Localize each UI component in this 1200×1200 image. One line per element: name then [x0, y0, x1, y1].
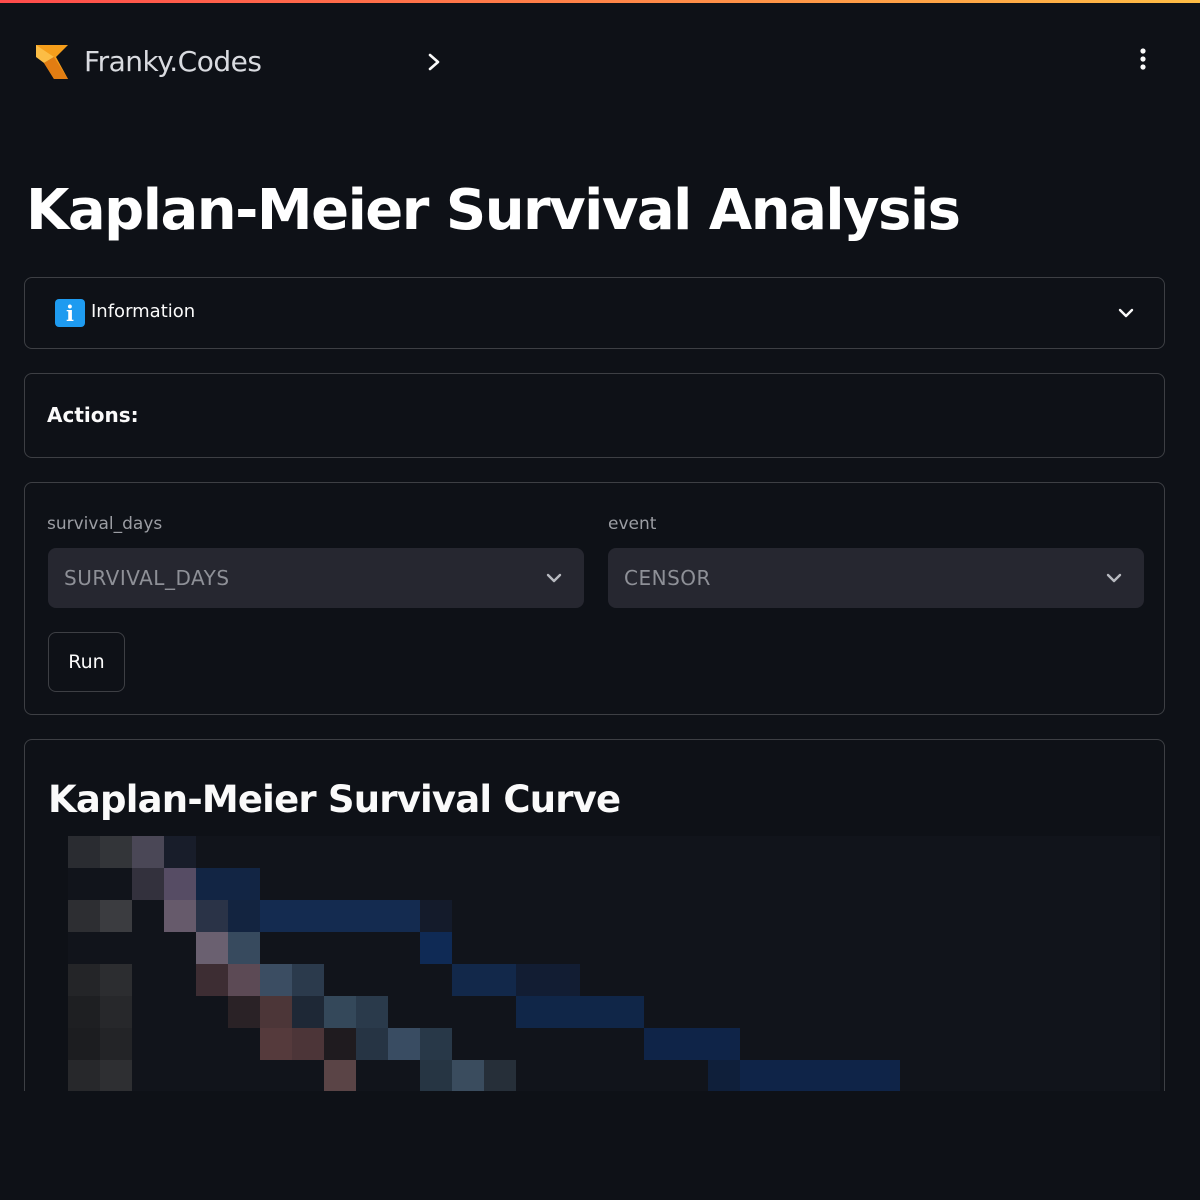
- chevron-right-icon: [428, 53, 440, 71]
- app-header: Franky.Codes: [0, 3, 1200, 113]
- expand-sidebar-button[interactable]: [420, 47, 448, 77]
- run-button[interactable]: Run: [48, 632, 125, 692]
- survival-days-value: SURVIVAL_DAYS: [64, 566, 230, 590]
- franky-logo-icon: [36, 45, 68, 79]
- chart-container: Kaplan-Meier Survival Curve: [24, 739, 1165, 1091]
- event-value: CENSOR: [624, 566, 711, 590]
- vertical-ellipsis-icon: [1140, 48, 1146, 70]
- chart-title: Kaplan-Meier Survival Curve: [48, 778, 621, 821]
- analysis-form: survival_days SURVIVAL_DAYS event CENSOR…: [24, 482, 1165, 715]
- chevron-down-icon: [546, 573, 562, 583]
- main-menu-button[interactable]: [1128, 41, 1158, 77]
- info-icon: i: [55, 299, 85, 327]
- event-select[interactable]: CENSOR: [608, 548, 1144, 608]
- chevron-down-icon: [1106, 573, 1122, 583]
- actions-container: Actions:: [24, 373, 1165, 458]
- survival-days-label: survival_days: [47, 514, 163, 534]
- information-label: Information: [91, 301, 196, 322]
- survival-days-select[interactable]: SURVIVAL_DAYS: [48, 548, 584, 608]
- chevron-down-icon: [1118, 308, 1134, 318]
- event-label: event: [608, 514, 657, 534]
- page-title: Kaplan-Meier Survival Analysis: [26, 178, 961, 243]
- actions-label: Actions:: [47, 403, 139, 427]
- brand-name: Franky.Codes: [84, 45, 262, 78]
- information-expander[interactable]: i Information: [24, 277, 1165, 349]
- survival-curve-image: [68, 836, 1160, 1091]
